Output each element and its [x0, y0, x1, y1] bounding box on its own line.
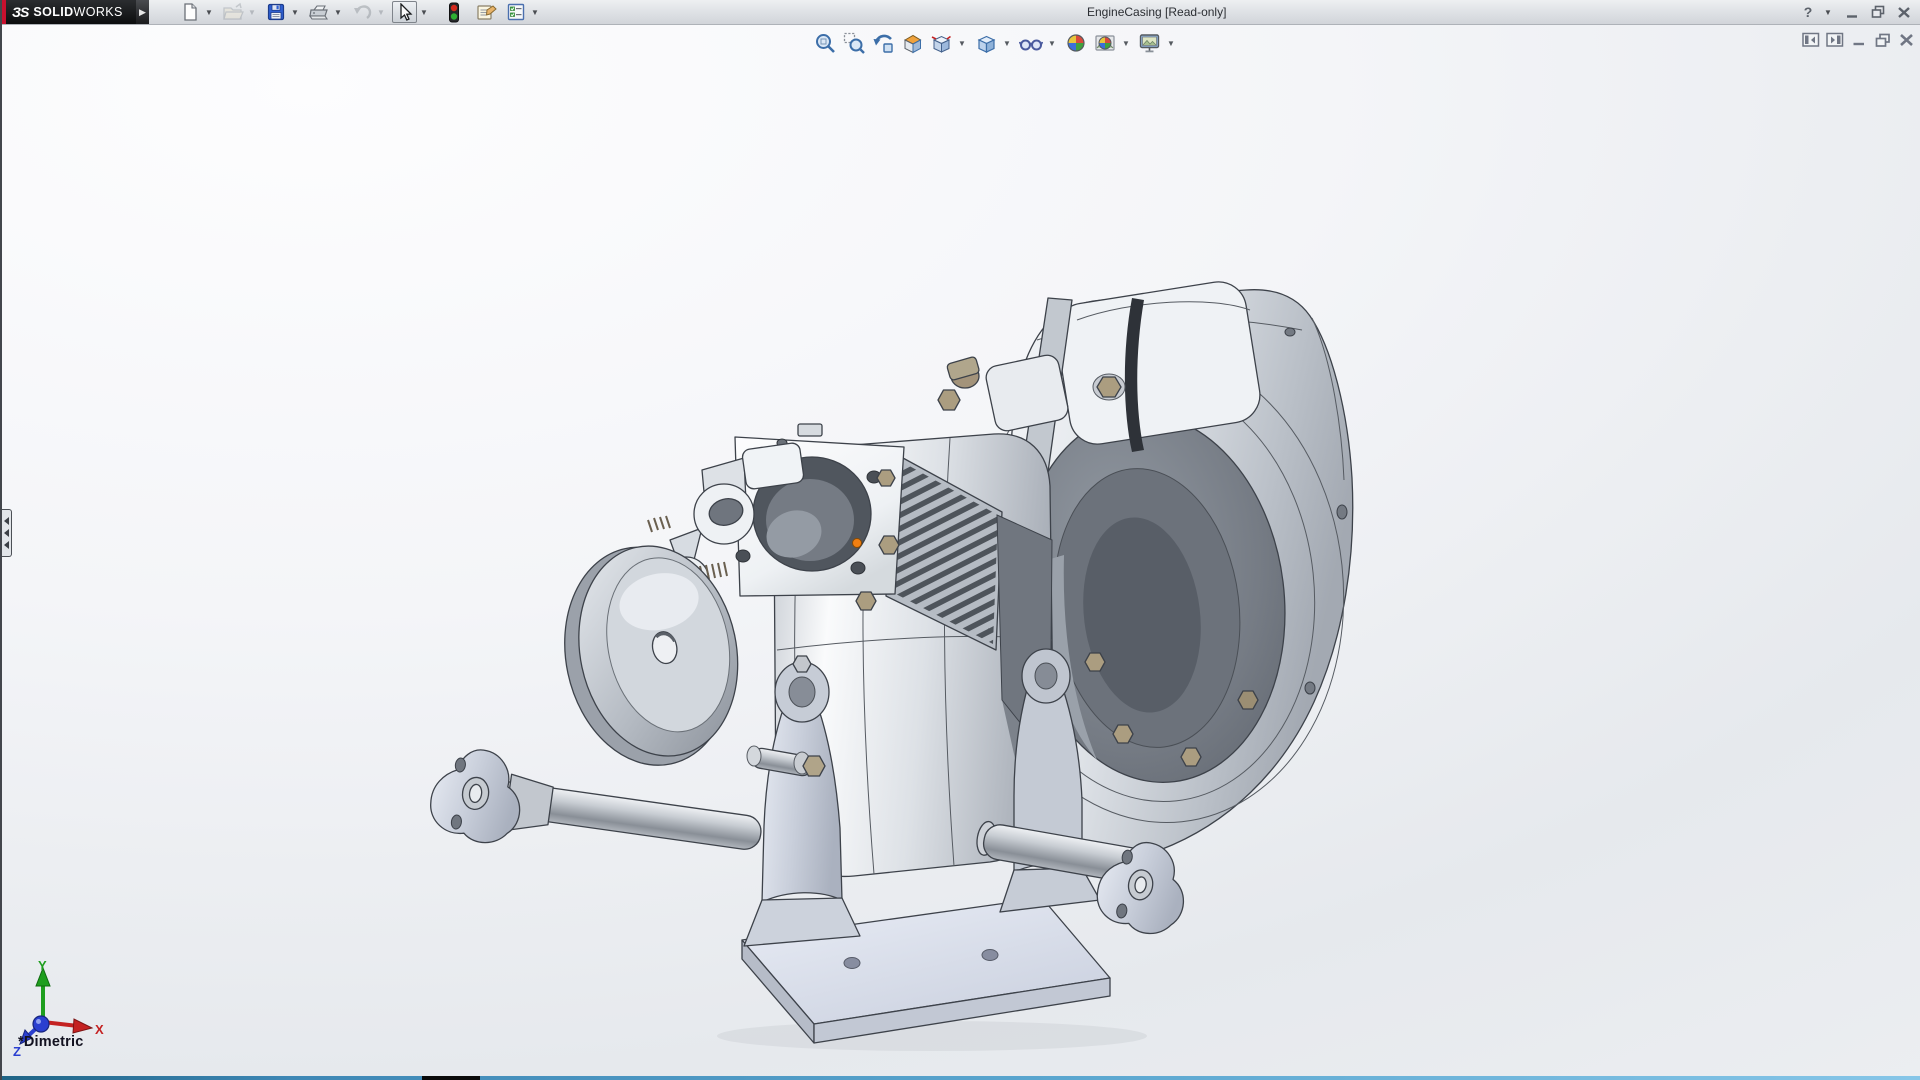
undo-button[interactable] — [349, 1, 374, 23]
previous-view-button[interactable] — [870, 31, 896, 55]
print-button[interactable] — [306, 1, 331, 23]
save-button[interactable] — [263, 1, 288, 23]
save-dropdown-caret[interactable]: ▼ — [289, 1, 301, 23]
zoom-to-area-icon — [843, 32, 865, 54]
standard-toolbar: ▼ ▼ ▼ ▼ ▼ ▼ ▼ — [177, 1, 545, 23]
options-button[interactable] — [503, 1, 528, 23]
close-button[interactable] — [1894, 2, 1914, 22]
apply-scene-icon — [1095, 35, 1115, 51]
restore-document-icon — [1875, 33, 1890, 47]
new-document-icon — [183, 3, 197, 21]
solidworks-logo-mark: ЗS — [12, 4, 29, 20]
close-document-icon — [1900, 34, 1913, 46]
view-settings-button[interactable] — [1137, 31, 1163, 55]
apply-scene-caret[interactable]: ▼ — [1121, 31, 1131, 55]
hide-show-items-caret[interactable]: ▼ — [1047, 31, 1057, 55]
zoom-to-fit-icon — [816, 34, 835, 53]
title-bar: ЗS SOLIDWORKS ▶ ▼ ▼ ▼ ▼ ▼ ▼ ▼ EngineCasi… — [2, 0, 1920, 25]
appearance-ball-icon — [1067, 34, 1085, 52]
feature-manager-collapsed-tab[interactable] — [2, 509, 12, 557]
open-dropdown-caret[interactable]: ▼ — [246, 1, 258, 23]
open-folder-icon — [222, 2, 244, 20]
engine-casing-model[interactable] — [2, 0, 1920, 1080]
window-bottom-border-segment — [422, 1076, 480, 1080]
restore-document-button[interactable] — [1873, 31, 1892, 49]
undo-dropdown-caret[interactable]: ▼ — [375, 1, 387, 23]
heads-up-view-toolbar: ▼ ▼ ▼ ▼ ▼ — [812, 31, 1179, 55]
selection-point-marker — [852, 538, 862, 548]
view-settings-caret[interactable]: ▼ — [1166, 31, 1176, 55]
view-orientation-label: *Dimetric — [18, 1034, 84, 1050]
help-button[interactable]: ? — [1798, 2, 1818, 22]
options-dropdown-caret[interactable]: ▼ — [529, 1, 541, 23]
solidworks-logo-text: SOLIDWORKS — [33, 5, 123, 19]
collapse-right-pane-icon — [1825, 32, 1843, 47]
display-style-icon — [977, 35, 996, 53]
left-support-rod[interactable] — [426, 744, 767, 881]
collapse-left-pane-button[interactable] — [1801, 31, 1820, 49]
new-dropdown-caret[interactable]: ▼ — [203, 1, 215, 23]
model-shadow — [717, 1021, 1147, 1051]
help-dropdown-caret[interactable]: ▼ — [1824, 1, 1832, 23]
minimize-document-button[interactable] — [1849, 31, 1868, 49]
undo-arrow-icon — [353, 5, 371, 19]
display-style-button[interactable] — [973, 31, 999, 55]
print-dropdown-caret[interactable]: ▼ — [332, 1, 344, 23]
options-checklist-icon — [507, 3, 524, 21]
document-window-controls — [1801, 31, 1916, 49]
collapse-left-pane-icon — [1801, 32, 1819, 47]
close-document-button[interactable] — [1897, 31, 1916, 49]
eyeglasses-icon — [1019, 39, 1043, 51]
toolbar-flyout-arrow[interactable]: ▶ — [136, 0, 149, 24]
section-view-button[interactable] — [899, 31, 925, 55]
file-properties-icon — [476, 5, 497, 20]
file-properties-button[interactable] — [473, 1, 498, 23]
hide-show-items-button[interactable] — [1018, 31, 1044, 55]
select-cursor-icon — [399, 2, 412, 21]
rebuild-traffic-light-icon — [448, 2, 459, 22]
triad-y-label: Y — [38, 958, 47, 973]
view-orientation-caret[interactable]: ▼ — [957, 31, 967, 55]
collapse-right-pane-button[interactable] — [1825, 31, 1844, 49]
minimize-button[interactable] — [1842, 2, 1862, 22]
view-orientation-icon — [931, 35, 951, 53]
zoom-to-fit-button[interactable] — [812, 31, 838, 55]
display-style-caret[interactable]: ▼ — [1002, 31, 1012, 55]
new-button[interactable] — [177, 1, 202, 23]
solidworks-logo: ЗS SOLIDWORKS — [2, 0, 136, 24]
printer-icon — [308, 5, 328, 20]
window-controls: ? ▼ — [1798, 0, 1914, 24]
section-view-icon — [903, 34, 922, 54]
apply-scene-button[interactable] — [1092, 31, 1118, 55]
select-dropdown-caret[interactable]: ▼ — [418, 1, 430, 23]
minimize-document-icon — [1853, 42, 1864, 46]
select-button[interactable] — [392, 1, 417, 23]
edit-appearance-button[interactable] — [1063, 31, 1089, 55]
view-settings-monitor-icon — [1139, 34, 1160, 53]
solidworks-window: ЗS SOLIDWORKS ▶ ▼ ▼ ▼ ▼ ▼ ▼ ▼ EngineCasi… — [0, 0, 1920, 1080]
restore-button[interactable] — [1868, 2, 1888, 22]
zoom-to-area-button[interactable] — [841, 31, 867, 55]
open-button[interactable] — [220, 1, 245, 23]
save-floppy-icon — [267, 3, 284, 21]
view-orientation-button[interactable] — [928, 31, 954, 55]
minimize-icon — [1846, 14, 1857, 18]
close-icon — [1898, 6, 1910, 18]
triad-x-label: X — [95, 1022, 104, 1037]
restore-icon — [1871, 5, 1884, 18]
document-title: EngineCasing [Read-only] — [1087, 5, 1227, 19]
previous-view-icon — [873, 34, 893, 53]
rebuild-button[interactable] — [441, 1, 466, 23]
window-bottom-border — [2, 1076, 1920, 1080]
